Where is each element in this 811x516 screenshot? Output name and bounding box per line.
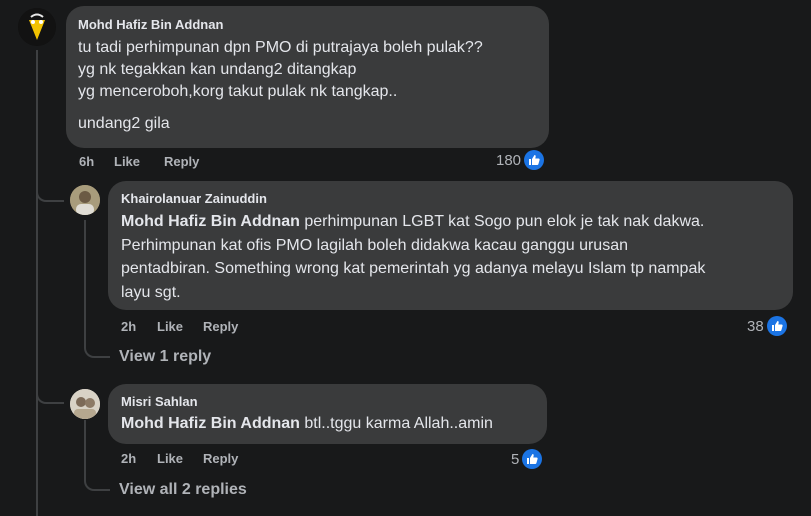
reaction-count-text: 5: [511, 450, 520, 468]
reaction-count[interactable]: 38: [747, 316, 787, 336]
comment-text-line-4: undang2 gila: [78, 115, 170, 132]
reaction-count[interactable]: 5: [511, 449, 543, 469]
mention-link[interactable]: Mohd Hafiz Bin Addnan: [121, 213, 300, 230]
thread-line-reply-2: [84, 420, 86, 460]
thread-connector-view-1: [84, 318, 110, 358]
comment-text-line-2: yg nk tegakkan kan undang2 ditangkap: [78, 61, 357, 78]
reply-actions: 2h Like Reply: [121, 451, 238, 466]
reply-time[interactable]: 2h: [121, 451, 157, 466]
reply-bubble: Khairolanuar Zainuddin Mohd Hafiz Bin Ad…: [108, 181, 793, 310]
like-button[interactable]: Like: [114, 154, 164, 169]
comment-text-line-1: tu tadi perhimpunan dpn PMO di putrajaya…: [78, 39, 483, 56]
avatar[interactable]: [70, 185, 100, 215]
avatar[interactable]: [18, 8, 56, 46]
reaction-count[interactable]: 180: [496, 150, 545, 170]
thread-line-main: [36, 50, 38, 516]
thumbs-up-icon: [524, 150, 545, 170]
thumbs-up-icon: [522, 449, 543, 469]
reply-text: Mohd Hafiz Bin Addnan perhimpunan LGBT k…: [121, 210, 780, 304]
thread-connector-reply-2: [36, 380, 64, 404]
avatar-logo-icon: [18, 8, 56, 46]
comment-bubble: Mohd Hafiz Bin Addnan tu tadi perhimpuna…: [66, 6, 549, 148]
reaction-count-text: 38: [747, 317, 764, 335]
reply-text-rest: Perhimpunan kat ofis PMO lagilah boleh d…: [121, 236, 706, 301]
avatar-photo-icon: [70, 185, 100, 215]
comment-author[interactable]: Mohd Hafiz Bin Addnan: [78, 17, 537, 33]
reply-actions: 2h Like Reply: [121, 319, 238, 334]
reply-author[interactable]: Misri Sahlan: [121, 394, 534, 410]
comment-text-line-3: yg menceroboh,korg takut pulak nk tangka…: [78, 83, 398, 100]
comment-time[interactable]: 6h: [79, 154, 114, 169]
mention-link[interactable]: Mohd Hafiz Bin Addnan: [121, 415, 300, 432]
reaction-count-text: 180: [496, 151, 522, 169]
reply-time[interactable]: 2h: [121, 319, 157, 334]
avatar[interactable]: [70, 389, 100, 419]
reply-text-line-1: perhimpunan LGBT kat Sogo pun elok je ta…: [299, 213, 705, 230]
reply-button[interactable]: Reply: [164, 154, 199, 169]
view-replies-link[interactable]: View 1 reply: [119, 348, 211, 366]
thread-connector-view-2: [84, 458, 110, 491]
avatar-photo-icon: [70, 389, 100, 419]
thumbs-up-icon: [766, 316, 787, 336]
reply-button[interactable]: Reply: [203, 451, 238, 466]
thread-line-reply-1: [84, 220, 86, 320]
reply-text-body: btl..tggu karma Allah..amin: [299, 415, 493, 432]
view-replies-link[interactable]: View all 2 replies: [119, 481, 247, 499]
like-button[interactable]: Like: [157, 319, 203, 334]
reply-button[interactable]: Reply: [203, 319, 238, 334]
reply-author[interactable]: Khairolanuar Zainuddin: [121, 191, 780, 207]
comment-actions: 6h Like Reply: [79, 154, 199, 169]
like-button[interactable]: Like: [157, 451, 203, 466]
reply-bubble: Misri Sahlan Mohd Hafiz Bin Addnan btl..…: [108, 384, 547, 444]
reply-text: Mohd Hafiz Bin Addnan btl..tggu karma Al…: [121, 413, 534, 435]
thread-connector-reply-1: [36, 180, 64, 202]
